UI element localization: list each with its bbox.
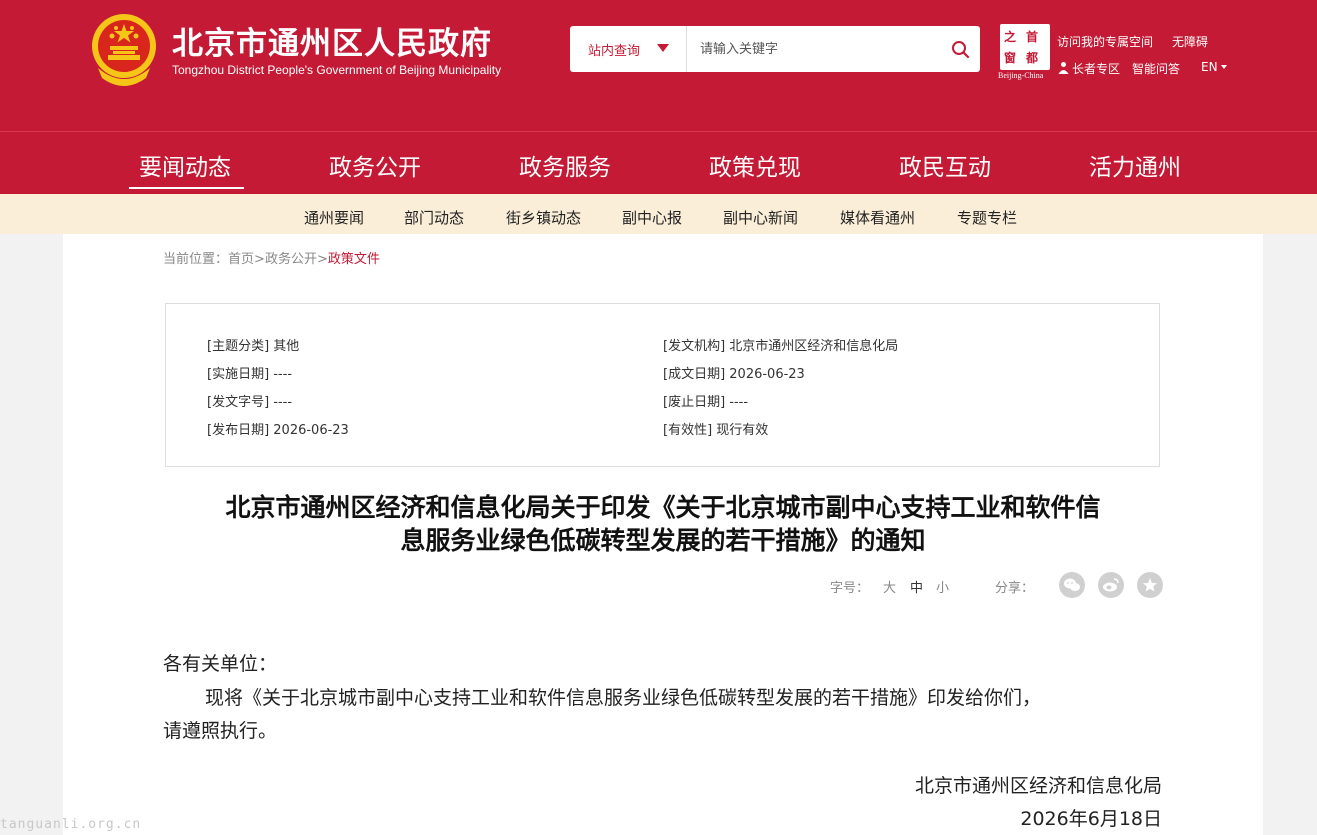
main-nav-item[interactable]: 活力通州: [1089, 148, 1181, 182]
breadcrumb-prefix: 当前位置：: [163, 252, 229, 267]
sub-nav-item[interactable]: 媒体看通州: [840, 207, 915, 228]
article-container: 当前位置：首页>政务公开>政策文件 [主题分类] 其他 [发文机构] 北京市通州…: [63, 234, 1263, 835]
font-size-label: 字号：: [830, 581, 870, 596]
star-icon: [1143, 578, 1157, 592]
breadcrumb-gov-open[interactable]: 政务公开: [265, 252, 317, 267]
site-subtitle: Tongzhou District People's Government of…: [172, 63, 502, 77]
font-size-small-button[interactable]: 小: [936, 577, 949, 596]
meta-written-date: [成文日期] 2026-06-23: [663, 367, 805, 382]
search-scope-dropdown[interactable]: 站内查询: [570, 26, 687, 72]
meta-publish-date: [发布日期] 2026-06-23: [207, 423, 349, 438]
personal-space-link[interactable]: 访问我的专属空间: [1057, 33, 1153, 50]
weibo-icon: [1103, 578, 1119, 592]
main-nav-item[interactable]: 要闻动态: [139, 148, 231, 182]
article-title-line: 北京市通州区经济和信息化局关于印发《关于北京城市副中心支持工业和软件信: [225, 493, 1101, 522]
article-title-line: 息服务业绿色低碳转型发展的若干措施》的通知: [400, 526, 926, 555]
sub-nav: 通州要闻 部门动态 街乡镇动态 副中心报 副中心新闻 媒体看通州 专题专栏: [0, 194, 1317, 234]
accessibility-link[interactable]: 无障碍: [1172, 33, 1208, 50]
search-scope-label: 站内查询: [588, 43, 641, 59]
weibo-share-button[interactable]: [1098, 572, 1124, 598]
document-meta-box: [主题分类] 其他 [发文机构] 北京市通州区经济和信息化局 [实施日期] --…: [165, 303, 1160, 467]
article-title: 北京市通州区经济和信息化局关于印发《关于北京城市副中心支持工业和软件信 息服务业…: [163, 491, 1163, 557]
capital-window-logo[interactable]: 之 首 窗 都 Beijing-China: [998, 24, 1050, 80]
meta-validity: [有效性] 现行有效: [663, 423, 769, 438]
meta-doc-number: [发文字号] ----: [207, 395, 293, 410]
main-nav: 要闻动态 政务公开 政务服务 政策兑现 政民互动 活力通州: [0, 131, 1317, 194]
capital-logo-char: 首: [1026, 30, 1039, 44]
watermark-text: tanguanli.org.cn: [0, 817, 142, 832]
wechat-icon: [1064, 578, 1080, 591]
meta-topic: [主题分类] 其他: [207, 339, 300, 354]
caret-down-icon: [657, 44, 669, 52]
elder-zone-link[interactable]: 长者专区: [1072, 60, 1120, 77]
breadcrumb-separator: >: [316, 252, 328, 267]
active-nav-underline: [129, 187, 244, 189]
site-title[interactable]: 北京市通州区人民政府: [172, 18, 492, 63]
main-nav-item[interactable]: 政策兑现: [709, 148, 801, 182]
meta-issuer: [发文机构] 北京市通州区经济和信息化局: [663, 339, 899, 354]
smart-qa-link[interactable]: 智能问答: [1132, 60, 1180, 77]
capital-logo-char: 之: [1004, 30, 1017, 44]
search-input[interactable]: [688, 26, 938, 72]
caret-down-icon: [1221, 65, 1227, 69]
font-size-medium-button[interactable]: 中: [910, 577, 923, 596]
language-switch[interactable]: EN: [1201, 60, 1218, 74]
sub-nav-item[interactable]: 副中心报: [622, 207, 682, 228]
share-label: 分享：: [995, 581, 1035, 596]
meta-repeal-date: [废止日期] ----: [663, 395, 749, 410]
search-button[interactable]: [940, 26, 980, 72]
capital-logo-char: 窗: [1004, 51, 1017, 65]
capital-logo-caption: Beijing-China: [998, 71, 1044, 80]
capital-logo-box: 之 首 窗 都: [1000, 24, 1050, 70]
sub-nav-item[interactable]: 副中心新闻: [723, 207, 798, 228]
sub-nav-item[interactable]: 部门动态: [404, 207, 464, 228]
main-nav-item[interactable]: 政务服务: [519, 148, 611, 182]
breadcrumb-separator: >: [254, 252, 265, 267]
site-header: 北京市通州区人民政府 Tongzhou District People's Go…: [0, 0, 1317, 131]
article-salutation: 各有关单位：: [163, 653, 278, 675]
meta-effective-date: [实施日期] ----: [207, 367, 293, 382]
article-paragraph-line: 请遵照执行。: [163, 720, 278, 742]
capital-logo-char: 都: [1026, 51, 1039, 65]
sub-nav-item[interactable]: 专题专栏: [957, 207, 1017, 228]
elder-person-icon: [1058, 62, 1069, 74]
signature-date: 2026年6月18日: [1020, 808, 1162, 830]
wechat-share-button[interactable]: [1059, 572, 1085, 598]
search-icon: [951, 40, 969, 58]
breadcrumb-home[interactable]: 首页: [228, 252, 254, 267]
favorite-share-button[interactable]: [1137, 572, 1163, 598]
main-nav-item[interactable]: 政民互动: [899, 148, 991, 182]
signature-org: 北京市通州区经济和信息化局: [914, 775, 1162, 797]
national-emblem-icon[interactable]: [90, 12, 158, 88]
main-nav-item[interactable]: 政务公开: [329, 148, 421, 182]
font-size-large-button[interactable]: 大: [883, 577, 896, 596]
search-box: 站内查询: [570, 26, 980, 72]
sub-nav-item[interactable]: 街乡镇动态: [506, 207, 581, 228]
article-paragraph-line: 现将《关于北京城市副中心支持工业和软件信息服务业绿色低碳转型发展的若干措施》印发…: [205, 687, 1042, 709]
breadcrumb-current[interactable]: 政策文件: [328, 252, 380, 267]
breadcrumb: 当前位置：首页>政务公开>政策文件: [163, 248, 380, 267]
sub-nav-item[interactable]: 通州要闻: [304, 207, 364, 228]
